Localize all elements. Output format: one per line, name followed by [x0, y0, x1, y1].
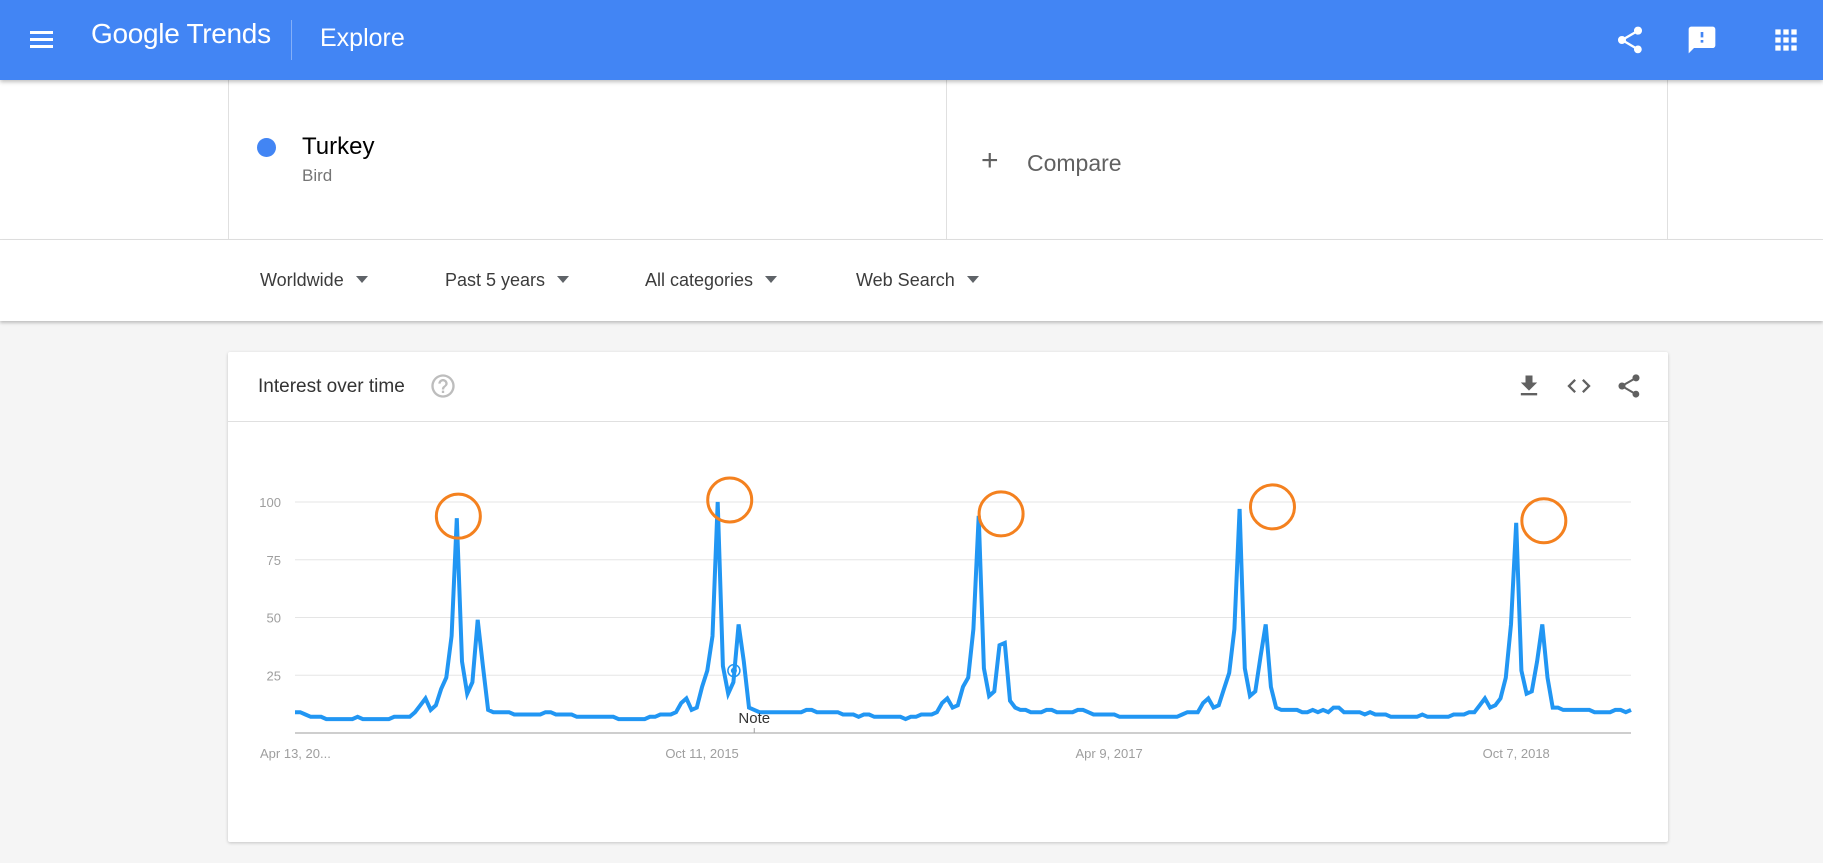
note-marker-dot[interactable] — [730, 667, 737, 674]
x-tick-label: Apr 13, 20... — [260, 746, 331, 761]
page-title: Explore — [320, 24, 405, 52]
dropdown-caret-icon — [355, 275, 368, 283]
filter-region[interactable]: Worldwide — [260, 270, 368, 291]
filter-category[interactable]: All categories — [645, 270, 778, 291]
y-tick-label: 25 — [267, 668, 281, 683]
y-tick-label: 75 — [267, 553, 281, 568]
peak-highlight-circle — [1520, 497, 1568, 545]
note-label[interactable]: Note — [738, 710, 770, 727]
menu-button[interactable] — [28, 28, 56, 52]
menu-icon-line — [30, 38, 53, 41]
interest-line-chart[interactable]: 25 50 75 100 Apr 13, 20... Oct 11, 2015 Apr 9… — [228, 352, 1668, 842]
filter-search-type[interactable]: Web Search — [856, 270, 979, 291]
dropdown-caret-icon — [765, 275, 778, 283]
chart-gridlines — [295, 501, 1631, 734]
filter-bar: Worldwide Past 5 years All categories We… — [0, 240, 1823, 321]
peak-highlight-circle — [1248, 483, 1296, 531]
search-terms-row: Turkey Bird + Compare — [0, 80, 1823, 240]
google-trends-logo[interactable]: Google Trends — [91, 18, 271, 50]
x-axis-ticks: Apr 13, 20... Oct 11, 2015 Apr 9, 2017 Oct … — [260, 746, 1550, 761]
y-axis-ticks: 25 50 75 100 — [259, 495, 281, 683]
search-term-card[interactable]: Turkey Bird — [228, 80, 947, 240]
x-tick-label: Apr 9, 2017 — [1076, 746, 1143, 761]
filter-category-label: All categories — [645, 270, 754, 290]
compare-label: Compare — [1027, 150, 1122, 176]
x-tick-label: Oct 7, 2018 — [1483, 746, 1550, 761]
x-tick-label: Oct 11, 2015 — [665, 746, 738, 761]
series-line-turkey[interactable] — [295, 501, 1632, 722]
chart-annotations — [434, 476, 1568, 545]
dropdown-caret-icon — [966, 275, 979, 283]
share-icon[interactable] — [1614, 24, 1646, 56]
filter-search-type-label: Web Search — [856, 270, 955, 290]
chart-series — [295, 501, 1632, 722]
compare-button[interactable]: + Compare — [947, 80, 1668, 240]
peak-highlight-circle — [977, 490, 1025, 538]
header-divider — [291, 20, 292, 60]
app-bar: Google Trends Explore — [0, 0, 1823, 80]
search-term-category: Bird — [302, 166, 333, 185]
y-tick-label: 50 — [267, 611, 281, 626]
search-term-name[interactable]: Turkey — [302, 133, 374, 161]
plus-icon: + — [981, 144, 999, 177]
apps-grid-icon[interactable] — [1770, 24, 1802, 56]
filter-time-range-label: Past 5 years — [445, 270, 546, 290]
term-color-dot — [257, 138, 276, 157]
y-tick-label: 100 — [259, 495, 281, 510]
filter-time-range[interactable]: Past 5 years — [445, 270, 570, 291]
menu-icon-line — [30, 45, 53, 48]
filter-region-label: Worldwide — [260, 270, 344, 290]
menu-icon-line — [30, 31, 53, 34]
dropdown-caret-icon — [557, 275, 570, 283]
interest-over-time-card: Interest over time 25 50 75 100 Apr 13, 20.… — [228, 352, 1668, 842]
feedback-icon[interactable] — [1686, 24, 1718, 56]
peak-highlight-circle — [706, 476, 754, 524]
